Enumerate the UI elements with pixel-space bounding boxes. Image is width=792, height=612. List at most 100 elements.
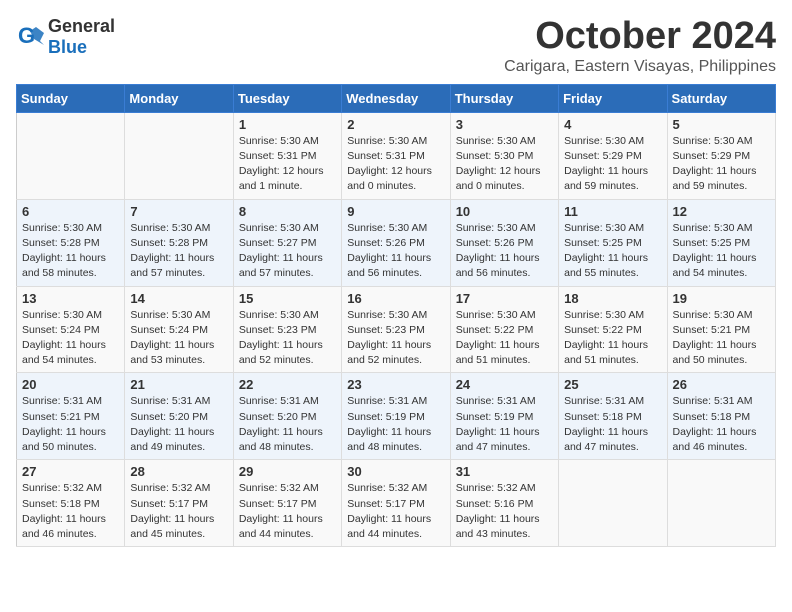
day-info: Sunrise: 5:30 AM Sunset: 5:28 PM Dayligh…	[22, 221, 119, 282]
day-number: 10	[456, 204, 553, 219]
calendar-day-cell: 1 Sunrise: 5:30 AM Sunset: 5:31 PM Daylig…	[233, 112, 341, 199]
calendar-day-cell	[667, 460, 775, 547]
location-title: Carigara, Eastern Visayas, Philippines	[504, 58, 776, 76]
day-info: Sunrise: 5:30 AM Sunset: 5:31 PM Dayligh…	[347, 134, 444, 195]
day-info: Sunrise: 5:32 AM Sunset: 5:16 PM Dayligh…	[456, 481, 553, 542]
day-info: Sunrise: 5:32 AM Sunset: 5:17 PM Dayligh…	[347, 481, 444, 542]
day-number: 12	[673, 204, 770, 219]
calendar-day-cell: 20 Sunrise: 5:31 AM Sunset: 5:21 PM Dayli…	[17, 373, 125, 460]
page-header: G General Blue October 2024 Carigara, Ea…	[16, 16, 776, 76]
day-info: Sunrise: 5:30 AM Sunset: 5:31 PM Dayligh…	[239, 134, 336, 195]
weekday-header-row: SundayMondayTuesdayWednesdayThursdayFrid…	[17, 84, 776, 112]
calendar-day-cell: 2Sunrise: 5:30 AM Sunset: 5:31 PM Daylig…	[342, 112, 450, 199]
calendar-day-cell: 15 Sunrise: 5:30 AM Sunset: 5:23 PM Dayli…	[233, 286, 341, 373]
day-info: Sunrise: 5:31 AM Sunset: 5:19 PM Dayligh…	[456, 394, 553, 455]
day-number: 21	[130, 377, 227, 392]
day-info: Sunrise: 5:30 AM Sunset: 5:27 PM Dayligh…	[239, 221, 336, 282]
calendar-day-cell: 7 Sunrise: 5:30 AM Sunset: 5:28 PM Daylig…	[125, 199, 233, 286]
day-number: 7	[130, 204, 227, 219]
day-info: Sunrise: 5:32 AM Sunset: 5:17 PM Dayligh…	[239, 481, 336, 542]
month-title: October 2024	[504, 16, 776, 58]
day-number: 5	[673, 117, 770, 132]
calendar-day-cell: 25 Sunrise: 5:31 AM Sunset: 5:18 PM Dayli…	[559, 373, 667, 460]
day-info: Sunrise: 5:31 AM Sunset: 5:21 PM Dayligh…	[22, 394, 119, 455]
calendar-day-cell: 21Sunrise: 5:31 AM Sunset: 5:20 PM Dayli…	[125, 373, 233, 460]
calendar-day-cell: 22 Sunrise: 5:31 AM Sunset: 5:20 PM Dayli…	[233, 373, 341, 460]
day-number: 9	[347, 204, 444, 219]
calendar-day-cell: 12Sunrise: 5:30 AM Sunset: 5:25 PM Dayli…	[667, 199, 775, 286]
day-number: 16	[347, 291, 444, 306]
calendar-day-cell: 3 Sunrise: 5:30 AM Sunset: 5:30 PM Daylig…	[450, 112, 558, 199]
calendar-week-row: 6 Sunrise: 5:30 AM Sunset: 5:28 PM Daylig…	[17, 199, 776, 286]
day-info: Sunrise: 5:30 AM Sunset: 5:30 PM Dayligh…	[456, 134, 553, 195]
calendar-day-cell: 13Sunrise: 5:30 AM Sunset: 5:24 PM Dayli…	[17, 286, 125, 373]
calendar-day-cell: 17 Sunrise: 5:30 AM Sunset: 5:22 PM Dayli…	[450, 286, 558, 373]
calendar-day-cell	[17, 112, 125, 199]
day-info: Sunrise: 5:31 AM Sunset: 5:18 PM Dayligh…	[564, 394, 661, 455]
calendar-body: 1 Sunrise: 5:30 AM Sunset: 5:31 PM Daylig…	[17, 112, 776, 546]
calendar-day-cell	[125, 112, 233, 199]
calendar-week-row: 20 Sunrise: 5:31 AM Sunset: 5:21 PM Dayli…	[17, 373, 776, 460]
day-info: Sunrise: 5:32 AM Sunset: 5:18 PM Dayligh…	[22, 481, 119, 542]
logo-icon: G	[16, 23, 44, 51]
logo: G General Blue	[16, 16, 115, 58]
day-number: 31	[456, 464, 553, 479]
day-info: Sunrise: 5:31 AM Sunset: 5:19 PM Dayligh…	[347, 394, 444, 455]
day-number: 1	[239, 117, 336, 132]
day-info: Sunrise: 5:30 AM Sunset: 5:24 PM Dayligh…	[130, 308, 227, 369]
calendar-day-cell: 10 Sunrise: 5:30 AM Sunset: 5:26 PM Dayli…	[450, 199, 558, 286]
calendar-day-cell: 4Sunrise: 5:30 AM Sunset: 5:29 PM Daylig…	[559, 112, 667, 199]
day-info: Sunrise: 5:32 AM Sunset: 5:17 PM Dayligh…	[130, 481, 227, 542]
day-info: Sunrise: 5:30 AM Sunset: 5:23 PM Dayligh…	[239, 308, 336, 369]
calendar-day-cell: 28 Sunrise: 5:32 AM Sunset: 5:17 PM Dayli…	[125, 460, 233, 547]
day-number: 27	[22, 464, 119, 479]
day-info: Sunrise: 5:30 AM Sunset: 5:26 PM Dayligh…	[456, 221, 553, 282]
day-number: 15	[239, 291, 336, 306]
day-info: Sunrise: 5:31 AM Sunset: 5:18 PM Dayligh…	[673, 394, 770, 455]
day-number: 28	[130, 464, 227, 479]
weekday-header-cell: Thursday	[450, 84, 558, 112]
calendar-table: SundayMondayTuesdayWednesdayThursdayFrid…	[16, 84, 776, 547]
calendar-day-cell: 8 Sunrise: 5:30 AM Sunset: 5:27 PM Daylig…	[233, 199, 341, 286]
title-area: October 2024 Carigara, Eastern Visayas, …	[504, 16, 776, 76]
weekday-header-cell: Saturday	[667, 84, 775, 112]
day-number: 8	[239, 204, 336, 219]
day-info: Sunrise: 5:30 AM Sunset: 5:21 PM Dayligh…	[673, 308, 770, 369]
calendar-week-row: 13Sunrise: 5:30 AM Sunset: 5:24 PM Dayli…	[17, 286, 776, 373]
day-info: Sunrise: 5:30 AM Sunset: 5:22 PM Dayligh…	[564, 308, 661, 369]
day-info: Sunrise: 5:30 AM Sunset: 5:29 PM Dayligh…	[673, 134, 770, 195]
day-number: 29	[239, 464, 336, 479]
calendar-day-cell: 23Sunrise: 5:31 AM Sunset: 5:19 PM Dayli…	[342, 373, 450, 460]
calendar-day-cell: 16 Sunrise: 5:30 AM Sunset: 5:23 PM Dayli…	[342, 286, 450, 373]
day-info: Sunrise: 5:30 AM Sunset: 5:22 PM Dayligh…	[456, 308, 553, 369]
calendar-day-cell: 18 Sunrise: 5:30 AM Sunset: 5:22 PM Dayli…	[559, 286, 667, 373]
calendar-day-cell: 6 Sunrise: 5:30 AM Sunset: 5:28 PM Daylig…	[17, 199, 125, 286]
calendar-week-row: 1 Sunrise: 5:30 AM Sunset: 5:31 PM Daylig…	[17, 112, 776, 199]
logo-blue: Blue	[48, 37, 87, 57]
calendar-day-cell: 31 Sunrise: 5:32 AM Sunset: 5:16 PM Dayli…	[450, 460, 558, 547]
day-number: 26	[673, 377, 770, 392]
day-info: Sunrise: 5:30 AM Sunset: 5:24 PM Dayligh…	[22, 308, 119, 369]
calendar-day-cell: 14Sunrise: 5:30 AM Sunset: 5:24 PM Dayli…	[125, 286, 233, 373]
day-number: 25	[564, 377, 661, 392]
weekday-header-cell: Tuesday	[233, 84, 341, 112]
calendar-day-cell: 24Sunrise: 5:31 AM Sunset: 5:19 PM Dayli…	[450, 373, 558, 460]
day-info: Sunrise: 5:31 AM Sunset: 5:20 PM Dayligh…	[239, 394, 336, 455]
day-info: Sunrise: 5:30 AM Sunset: 5:23 PM Dayligh…	[347, 308, 444, 369]
weekday-header-cell: Sunday	[17, 84, 125, 112]
day-info: Sunrise: 5:30 AM Sunset: 5:28 PM Dayligh…	[130, 221, 227, 282]
day-number: 17	[456, 291, 553, 306]
weekday-header-cell: Friday	[559, 84, 667, 112]
day-number: 11	[564, 204, 661, 219]
day-number: 6	[22, 204, 119, 219]
day-number: 18	[564, 291, 661, 306]
calendar-day-cell: 5 Sunrise: 5:30 AM Sunset: 5:29 PM Daylig…	[667, 112, 775, 199]
day-info: Sunrise: 5:30 AM Sunset: 5:26 PM Dayligh…	[347, 221, 444, 282]
calendar-day-cell: 29 Sunrise: 5:32 AM Sunset: 5:17 PM Dayli…	[233, 460, 341, 547]
day-number: 20	[22, 377, 119, 392]
calendar-day-cell: 26 Sunrise: 5:31 AM Sunset: 5:18 PM Dayli…	[667, 373, 775, 460]
day-number: 4	[564, 117, 661, 132]
day-number: 3	[456, 117, 553, 132]
calendar-day-cell: 9 Sunrise: 5:30 AM Sunset: 5:26 PM Daylig…	[342, 199, 450, 286]
day-number: 22	[239, 377, 336, 392]
